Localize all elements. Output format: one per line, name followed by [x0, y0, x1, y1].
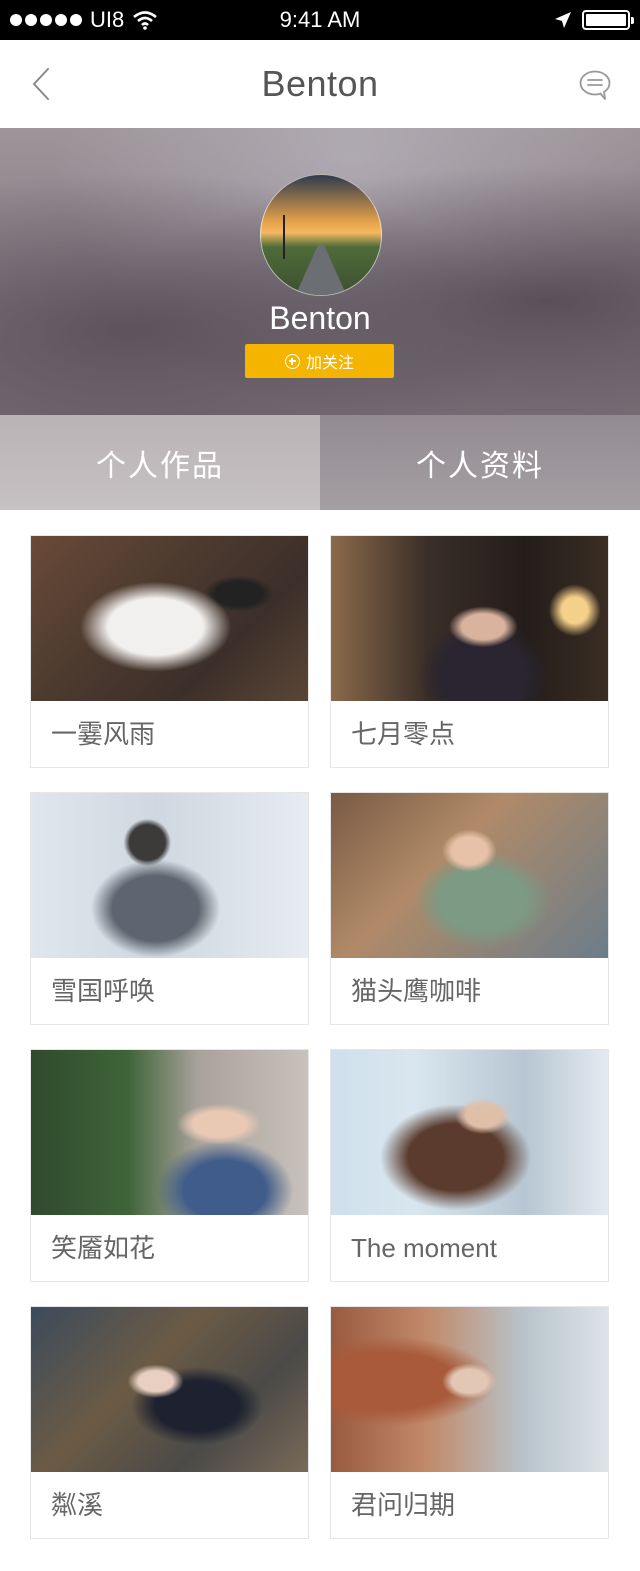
work-thumbnail: [331, 793, 608, 958]
tab-bar: 个人作品 个人资料: [0, 415, 640, 510]
status-bar: UI8 9:41 AM: [0, 0, 640, 40]
work-thumbnail: [331, 1307, 608, 1472]
work-card[interactable]: 君问归期: [330, 1306, 609, 1539]
follow-label: 加关注: [305, 355, 354, 372]
work-thumbnail: [31, 536, 308, 701]
work-thumbnail: [31, 1050, 308, 1215]
profile-name: Benton: [269, 300, 371, 336]
work-title: 笑靥如花: [51, 1233, 156, 1263]
chat-bubble-icon[interactable]: [578, 68, 612, 102]
plus-circle-icon: [284, 353, 300, 369]
work-title: 一霎风雨: [51, 719, 156, 749]
work-title: 七月零点: [351, 719, 456, 749]
status-right: [554, 10, 634, 30]
work-card[interactable]: 一霎风雨: [30, 535, 309, 768]
location-arrow-icon: [555, 12, 571, 28]
tab-works[interactable]: 个人作品: [0, 415, 320, 510]
profile-header: Benton 加关注: [0, 128, 640, 415]
tab-profile[interactable]: 个人资料: [320, 415, 640, 510]
back-button[interactable]: [26, 66, 62, 102]
carrier-label: UI8: [90, 7, 125, 32]
signal-strength-icon: [10, 14, 82, 26]
page-title: Benton: [261, 63, 379, 104]
work-title: 雪国呼唤: [51, 976, 156, 1006]
work-title: The moment: [351, 1233, 497, 1263]
work-thumbnail: [331, 1050, 608, 1215]
work-thumbnail: [31, 1307, 308, 1472]
work-title: 君问归期: [351, 1490, 456, 1520]
work-card[interactable]: 七月零点: [330, 535, 609, 768]
work-title: 猫头鹰咖啡: [351, 976, 482, 1006]
status-left: UI8: [10, 7, 158, 33]
battery-icon: [582, 10, 634, 30]
work-thumbnail: [331, 536, 608, 701]
nav-bar: Benton: [0, 40, 640, 128]
work-thumbnail: [31, 793, 308, 958]
work-card[interactable]: 雪国呼唤: [30, 792, 309, 1025]
follow-button[interactable]: 加关注: [245, 344, 394, 378]
work-card[interactable]: 笑靥如花: [30, 1049, 309, 1282]
wifi-icon: [133, 11, 158, 30]
work-card[interactable]: 猫头鹰咖啡: [330, 792, 609, 1025]
work-title: 粼溪: [51, 1490, 104, 1520]
work-card[interactable]: The moment: [330, 1049, 609, 1282]
avatar[interactable]: [260, 174, 382, 296]
work-card[interactable]: 粼溪: [30, 1306, 309, 1539]
